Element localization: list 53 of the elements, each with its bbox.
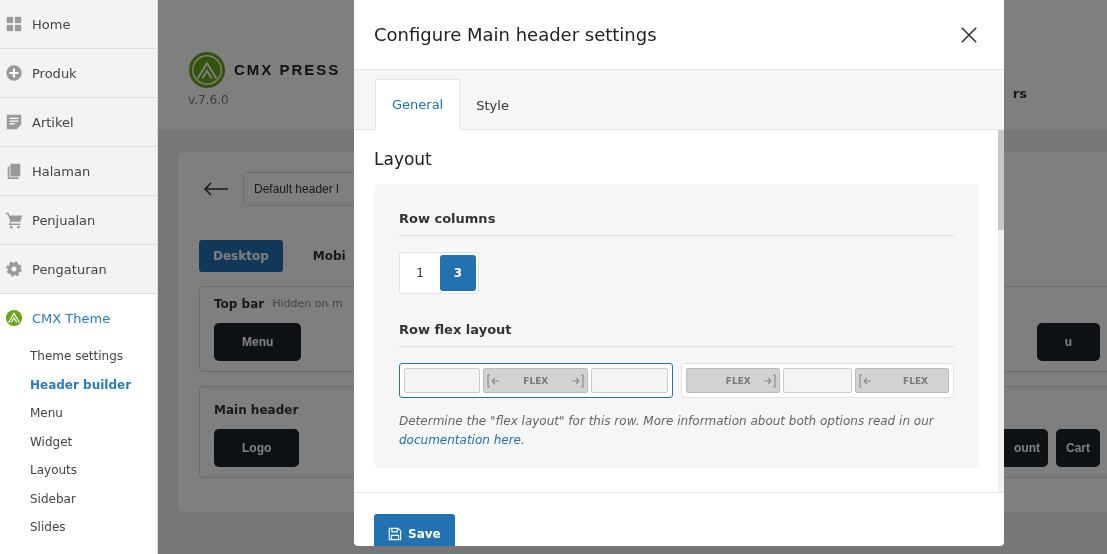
nav-menu-entry[interactable]: Artikel — [0, 98, 157, 147]
element-button[interactable]: Cart — [1056, 429, 1100, 467]
element-button[interactable]: Menu — [214, 323, 302, 361]
back-arrow-icon[interactable] — [203, 182, 229, 196]
flex-layout-option[interactable]: FLEX — [399, 363, 673, 398]
element-button[interactable]: Logo — [214, 429, 300, 467]
cart-icon — [5, 211, 23, 229]
section-heading: Layout — [374, 149, 433, 169]
dialog-title: Configure Main header settings — [374, 24, 657, 45]
tab[interactable]: General — [375, 79, 461, 130]
field-label: Row columns — [399, 211, 954, 236]
note-icon — [5, 113, 23, 131]
grid-icon — [5, 15, 23, 33]
close-icon[interactable] — [960, 25, 978, 44]
flex-layout-option[interactable]: FLEX FLEX — [680, 363, 954, 398]
documentation-link[interactable]: documentation here — [399, 433, 521, 447]
submenu-item[interactable]: Widget — [30, 427, 157, 456]
field-label: Row flex layout — [399, 322, 954, 347]
nav-menu-entry[interactable]: Penjualan — [0, 196, 157, 245]
row-title: Main header — [214, 403, 299, 417]
mountain-logo-icon — [188, 50, 226, 89]
flex-label: FLEX — [523, 375, 549, 386]
submenu-item[interactable]: Slides — [30, 513, 157, 542]
version-label: v.7.6.0 — [188, 93, 229, 107]
nav-menu-entry[interactable]: Produk — [0, 49, 157, 98]
nav-menu-item[interactable]: rs — [1012, 86, 1027, 101]
save-button[interactable]: Save — [374, 514, 455, 546]
mountain-logo-icon — [5, 309, 23, 327]
submenu-item[interactable]: Header builder — [30, 370, 157, 399]
gear-icon — [5, 260, 23, 278]
flex-label: FLEX — [903, 375, 928, 386]
plus-icon — [5, 64, 23, 82]
submenu-item[interactable]: Layouts — [30, 456, 157, 485]
help-text: Determine the "flex layout" for this row. More information about both options read in our documentation here. — [399, 413, 936, 449]
brand-name: CMX PRESS — [234, 61, 341, 78]
flex-label: FLEX — [725, 375, 751, 386]
save-icon — [388, 527, 402, 541]
submenu-item[interactable]: Theme settings — [30, 342, 157, 371]
pages-icon — [5, 162, 23, 180]
nav-menu-entry[interactable]: Home — [0, 0, 157, 49]
scrollbar[interactable] — [998, 130, 1004, 492]
submenu-item[interactable]: Menu — [30, 399, 157, 428]
nav-menu-entry[interactable]: Pengaturan — [0, 245, 157, 294]
nav-menu-entry[interactable]: Halaman — [0, 147, 157, 196]
bracket-right-arrow-icon — [569, 372, 586, 389]
device-tab[interactable]: Desktop — [199, 240, 283, 272]
bracket-left-arrow-icon — [857, 372, 874, 389]
empty-column — [782, 368, 852, 393]
row-title: Top bar — [214, 297, 265, 311]
submenu-item[interactable]: Sidebar — [30, 484, 157, 513]
column-option[interactable]: 3 — [440, 255, 476, 291]
tab[interactable]: Style — [460, 81, 525, 130]
element-button[interactable]: u — [1036, 323, 1100, 361]
